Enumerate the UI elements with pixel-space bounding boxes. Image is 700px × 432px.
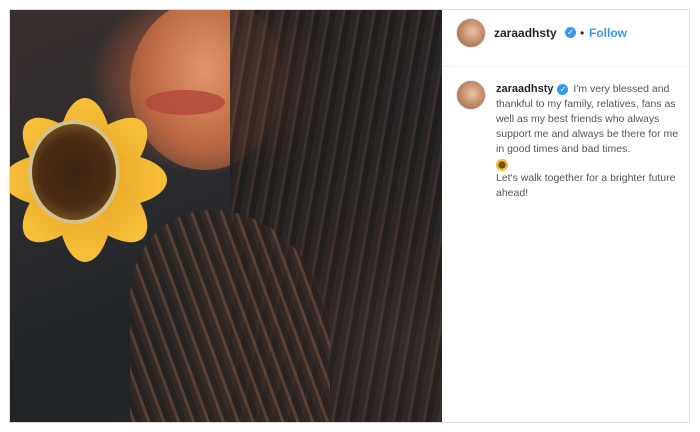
post-header: zaraadhsty ✓ • Follow — [442, 10, 689, 67]
follow-button[interactable]: Follow — [589, 26, 627, 40]
caption: zaraadhsty ✓ I'm very blessed and thankfu… — [496, 82, 686, 201]
sunflower-icon — [496, 159, 508, 171]
header-username[interactable]: zaraadhsty — [494, 26, 557, 40]
post-image[interactable] — [10, 10, 442, 422]
caption-username[interactable]: zaraadhsty — [496, 83, 553, 95]
verified-badge-icon: ✓ — [557, 83, 569, 95]
caption-avatar[interactable] — [456, 80, 486, 110]
post-sidebar: zaraadhsty ✓ • Follow zaraadhsty ✓ I'm ve… — [442, 10, 689, 422]
verified-badge-icon: ✓ — [565, 27, 576, 38]
separator-dot: • — [580, 26, 585, 40]
caption-text-line2: Let's walk together for a brighter futur… — [496, 172, 676, 199]
sunflower-center — [28, 120, 120, 224]
avatar[interactable] — [456, 18, 486, 48]
photo-sunflower — [10, 70, 167, 300]
